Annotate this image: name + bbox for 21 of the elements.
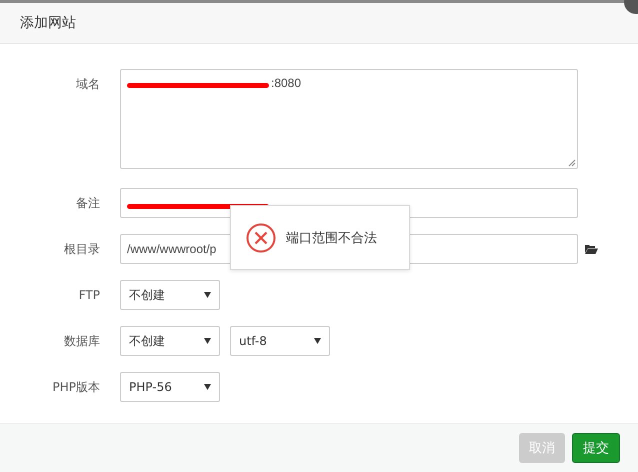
dropdown[interactable]: PHP-56 [120, 372, 220, 402]
resize-handle-icon[interactable] [568, 159, 576, 167]
field-label: 备注 [75, 194, 100, 212]
dialog-button[interactable]: 提交 [572, 433, 620, 463]
field-label: 根目录 [63, 240, 100, 258]
field-label: FTP [78, 288, 100, 302]
error-icon [246, 222, 276, 252]
error-message: 端口范围不合法 [286, 230, 377, 246]
domain-field[interactable]: :8080 [120, 69, 578, 169]
caret-icon [204, 292, 211, 298]
dropdown[interactable]: utf-8 [230, 326, 330, 356]
folder-icon[interactable] [585, 244, 598, 254]
caret-icon [204, 384, 211, 390]
dropdown[interactable]: 不创建 [120, 326, 220, 356]
field-label: PHP版本 [52, 378, 100, 396]
field-label: 数据库 [63, 332, 100, 350]
dialog-title: 添加网站 [20, 14, 76, 32]
caret-icon [314, 338, 321, 344]
field-label: 域名 [75, 76, 100, 93]
caret-icon [204, 338, 211, 344]
dropdown[interactable]: 不创建 [120, 280, 220, 310]
